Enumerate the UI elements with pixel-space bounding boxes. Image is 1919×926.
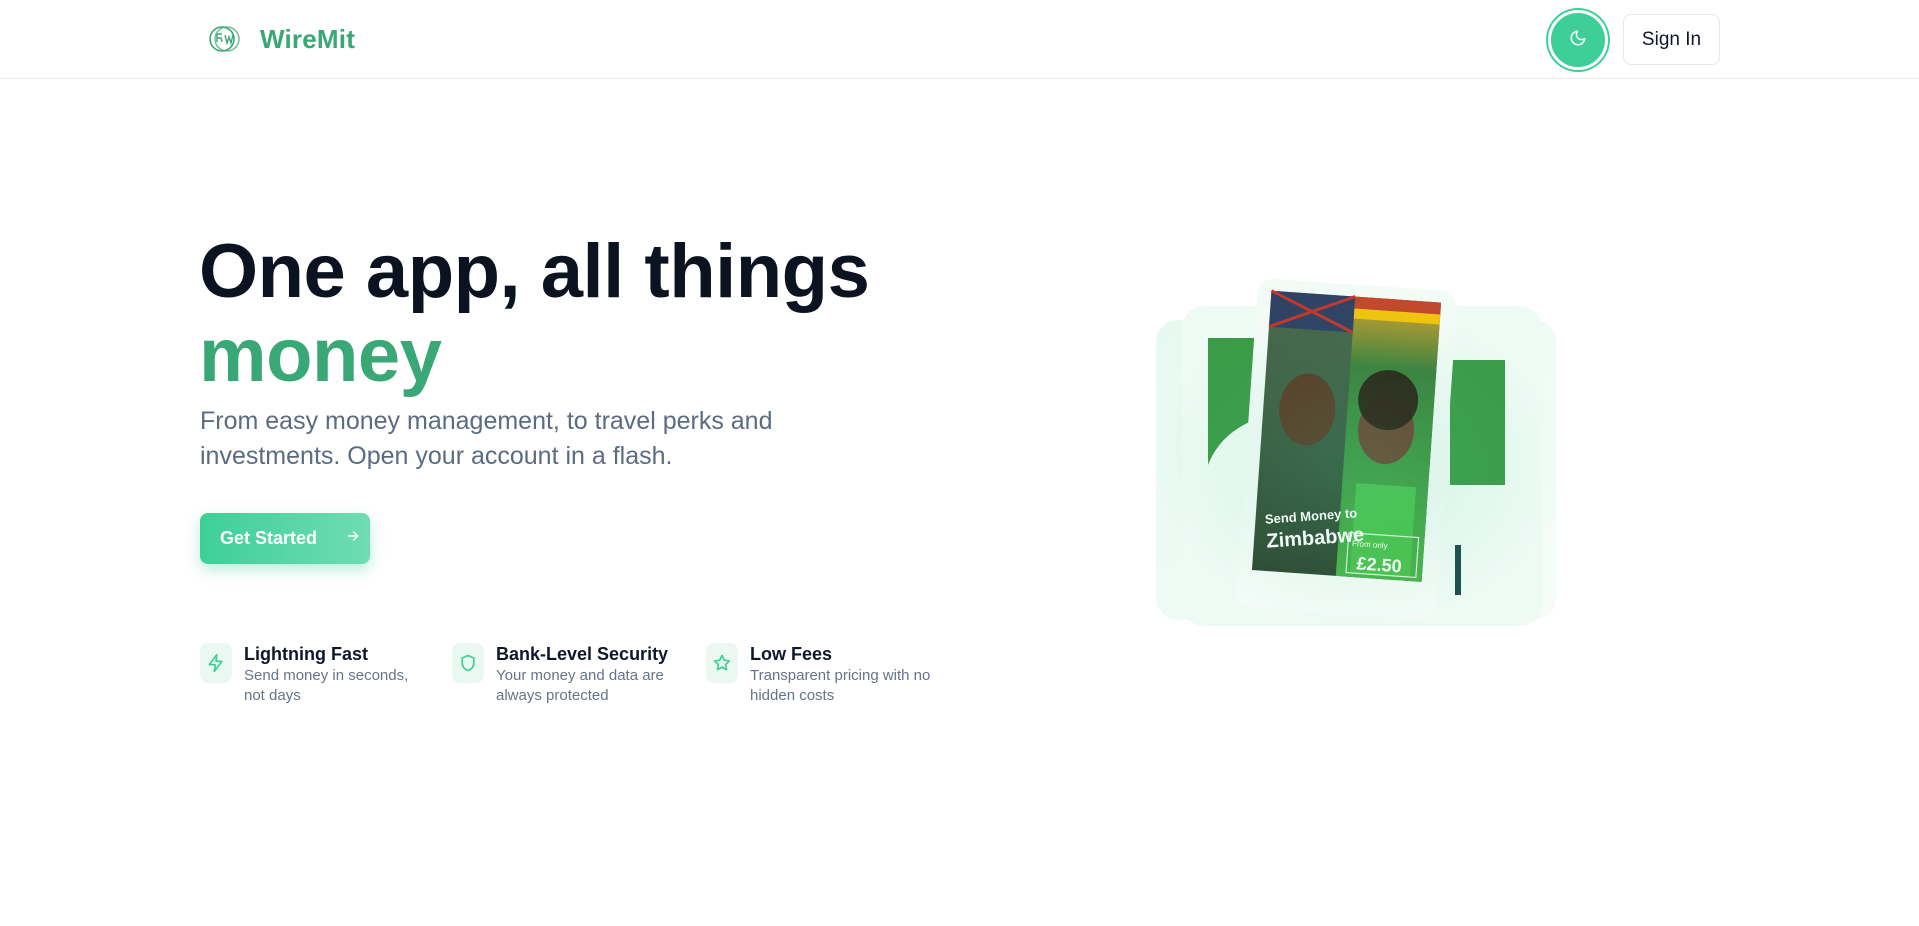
- top-nav: WireMit Sign In: [0, 0, 1919, 79]
- hero-headline-line1: One app, all things: [199, 229, 870, 314]
- feature-item-fast: Lightning Fast Send money in seconds, no…: [200, 643, 414, 706]
- theme-toggle-button[interactable]: [1548, 10, 1608, 70]
- feature-item-security: Bank-Level Security Your money and data …: [452, 643, 676, 706]
- hero-headline: One app, all things money: [199, 229, 870, 398]
- shield-icon: [452, 643, 484, 683]
- get-started-label: Get Started: [220, 528, 318, 548]
- star-icon: [706, 643, 738, 683]
- feature-description: Your money and data are always protected: [496, 667, 664, 704]
- brand-name[interactable]: WireMit: [260, 24, 355, 55]
- moon-icon: [1569, 29, 1587, 52]
- feature-title: Low Fees: [750, 644, 833, 664]
- feature-description: Send money in seconds, not days: [244, 667, 409, 704]
- hero-illustration: Send Money to Zimbabwe From only £2.50: [1120, 270, 1620, 670]
- feature-title: Lightning Fast: [244, 644, 368, 664]
- feature-description: Transparent pricing with no hidden costs: [750, 667, 931, 704]
- wiremit-logo-icon[interactable]: [207, 22, 241, 56]
- arrow-right-icon: [345, 528, 361, 549]
- hero-headline-accent: money: [199, 313, 442, 398]
- sign-in-button[interactable]: Sign In: [1623, 14, 1720, 65]
- hero-subtitle: From easy money management, to travel pe…: [200, 407, 773, 470]
- get-started-button[interactable]: Get Started: [200, 513, 370, 564]
- illustration-glow: [1150, 300, 1570, 630]
- feature-title: Bank-Level Security: [496, 644, 669, 664]
- feature-item-fees: Low Fees Transparent pricing with no hid…: [706, 643, 950, 706]
- lightning-icon: [200, 643, 232, 683]
